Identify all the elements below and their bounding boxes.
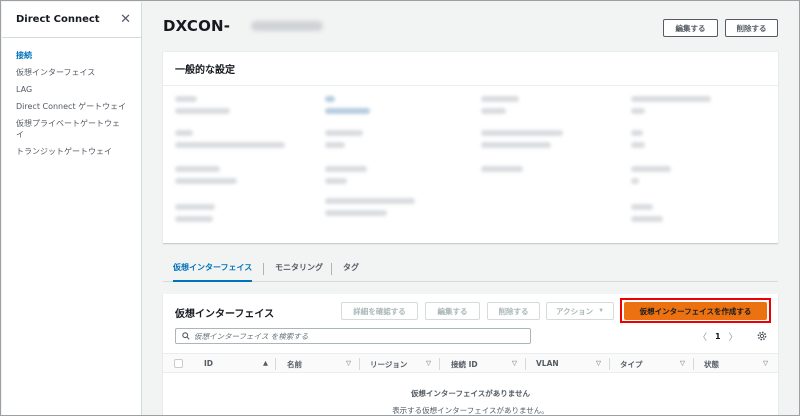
- redacted-field: [325, 210, 387, 216]
- sort-icon[interactable]: ▽: [763, 359, 768, 367]
- actions-dropdown[interactable]: アクション ▼: [546, 302, 614, 320]
- sidebar-item-lag[interactable]: LAG: [2, 84, 141, 95]
- actions-label: アクション: [555, 306, 594, 316]
- sidebar-item-transit-gateway[interactable]: トランジットゲートウェイ: [2, 146, 141, 157]
- column-header-region[interactable]: リージョン: [370, 359, 407, 370]
- redacted-field: [631, 96, 711, 102]
- tab-tags[interactable]: タグ: [343, 262, 359, 282]
- redacted-field: [481, 130, 563, 136]
- delete-button[interactable]: 削除する: [725, 19, 778, 37]
- sort-icon[interactable]: ▽: [426, 359, 431, 367]
- gear-icon[interactable]: [756, 330, 768, 342]
- redacted-field: [325, 96, 335, 102]
- redacted-field: [175, 216, 213, 222]
- column-header-connection-id[interactable]: 接続 ID: [451, 359, 478, 370]
- redacted-field: [175, 130, 193, 136]
- redacted-field: [631, 166, 671, 172]
- sort-icon[interactable]: ▽: [596, 359, 601, 367]
- page-header: DXCON- 編集する 削除する: [163, 15, 778, 39]
- search-icon: [182, 332, 190, 340]
- redacted-field: [175, 96, 197, 102]
- empty-state-subtitle: 表示する仮想インターフェイスがありません。: [392, 406, 549, 415]
- sidebar-item-connections[interactable]: 接続: [2, 50, 141, 61]
- column-divider: [693, 358, 694, 370]
- redacted-field: [175, 166, 220, 172]
- redacted-id: [251, 21, 323, 31]
- column-divider: [609, 358, 610, 370]
- redacted-field: [325, 130, 363, 136]
- sidebar-item-dx-gateway[interactable]: Direct Connect ゲートウェイ: [2, 101, 141, 112]
- general-settings-body: [163, 86, 778, 242]
- redacted-field: [325, 142, 345, 148]
- column-divider: [275, 358, 276, 370]
- sidebar: Direct Connect ✕ 接続 仮想インターフェイス LAG Direc…: [2, 2, 142, 415]
- sidebar-item-vpg[interactable]: 仮想プライベートゲートウェ: [2, 118, 141, 129]
- sidebar-nav: 接続 仮想インターフェイス LAG Direct Connect ゲートウェイ …: [2, 38, 141, 157]
- redacted-field: [631, 204, 653, 210]
- create-vif-button[interactable]: 仮想インターフェイスを作成する: [624, 302, 767, 320]
- redacted-field: [481, 108, 506, 114]
- page-number[interactable]: 1: [715, 332, 721, 341]
- panel-title: 仮想インターフェイス: [175, 309, 275, 320]
- table-header: ID ▲ 名前 ▽ リージョン ▽ 接続 ID ▽ VLAN ▽ タイプ ▽ 状…: [163, 353, 778, 373]
- redacted-field: [481, 166, 523, 172]
- column-header-state[interactable]: 状態: [704, 359, 719, 370]
- sort-ascending-icon[interactable]: ▲: [263, 359, 268, 367]
- redacted-field: [175, 108, 230, 114]
- sort-icon[interactable]: ▽: [680, 359, 685, 367]
- sort-icon[interactable]: ▽: [346, 359, 351, 367]
- pagination: 〈 1 〉: [698, 330, 738, 343]
- app-frame: Direct Connect ✕ 接続 仮想インターフェイス LAG Direc…: [0, 0, 800, 416]
- general-settings-title: 一般的な設定: [163, 52, 778, 86]
- sort-icon[interactable]: ▽: [512, 359, 517, 367]
- close-icon[interactable]: ✕: [120, 12, 131, 27]
- delete-vif-button[interactable]: 削除する: [487, 302, 540, 320]
- edit-vif-button[interactable]: 編集する: [425, 302, 480, 320]
- redacted-field: [481, 142, 551, 148]
- column-divider: [525, 358, 526, 370]
- column-header-id[interactable]: ID: [204, 359, 213, 368]
- general-settings-card: 一般的な設定: [163, 51, 778, 243]
- redacted-field: [481, 96, 519, 102]
- redacted-field: [631, 108, 645, 114]
- redacted-field: [631, 142, 645, 148]
- column-divider: [359, 358, 360, 370]
- chevron-right-icon[interactable]: 〉: [729, 330, 738, 343]
- redacted-field: [631, 130, 643, 136]
- page-title: DXCON-: [163, 17, 231, 35]
- search-input[interactable]: 仮想インターフェイス を検索する: [175, 328, 531, 344]
- redacted-field: [325, 178, 347, 184]
- redacted-field: [325, 166, 367, 172]
- edit-button[interactable]: 編集する: [663, 19, 718, 37]
- column-divider: [439, 358, 440, 370]
- column-header-type[interactable]: タイプ: [620, 359, 643, 370]
- redacted-field: [175, 204, 215, 210]
- virtual-interfaces-panel: 仮想インターフェイス 詳細を確認する 編集する 削除する アクション ▼ 仮想イ…: [163, 294, 778, 415]
- tab-monitoring[interactable]: モニタリング: [275, 262, 323, 282]
- redacted-field: [325, 198, 415, 204]
- tab-divider: [331, 263, 332, 275]
- sidebar-title: Direct Connect: [16, 14, 100, 25]
- chevron-down-icon: ▼: [598, 308, 605, 314]
- empty-state-title: 仮想インターフェイスがありません: [410, 389, 531, 398]
- select-all-checkbox[interactable]: [174, 359, 183, 368]
- view-details-button[interactable]: 詳細を確認する: [341, 302, 418, 320]
- redacted-field: [325, 108, 370, 114]
- redacted-field: [631, 178, 639, 184]
- tab-divider: [263, 263, 264, 275]
- sidebar-header: Direct Connect ✕: [2, 2, 141, 38]
- chevron-left-icon[interactable]: 〈: [698, 330, 707, 343]
- column-header-vlan[interactable]: VLAN: [536, 359, 559, 368]
- tab-virtual-interfaces[interactable]: 仮想インターフェイス: [173, 262, 253, 282]
- detail-tabs: 仮想インターフェイス モニタリング タグ: [163, 258, 778, 282]
- sidebar-item-virtual-interfaces[interactable]: 仮想インターフェイス: [2, 67, 141, 78]
- search-placeholder: 仮想インターフェイス を検索する: [194, 331, 309, 341]
- redacted-field: [175, 178, 237, 184]
- redacted-field: [175, 142, 285, 148]
- column-header-name[interactable]: 名前: [287, 359, 302, 370]
- redacted-field: [631, 216, 663, 222]
- sidebar-item-vpg-wrap[interactable]: イ: [2, 129, 141, 140]
